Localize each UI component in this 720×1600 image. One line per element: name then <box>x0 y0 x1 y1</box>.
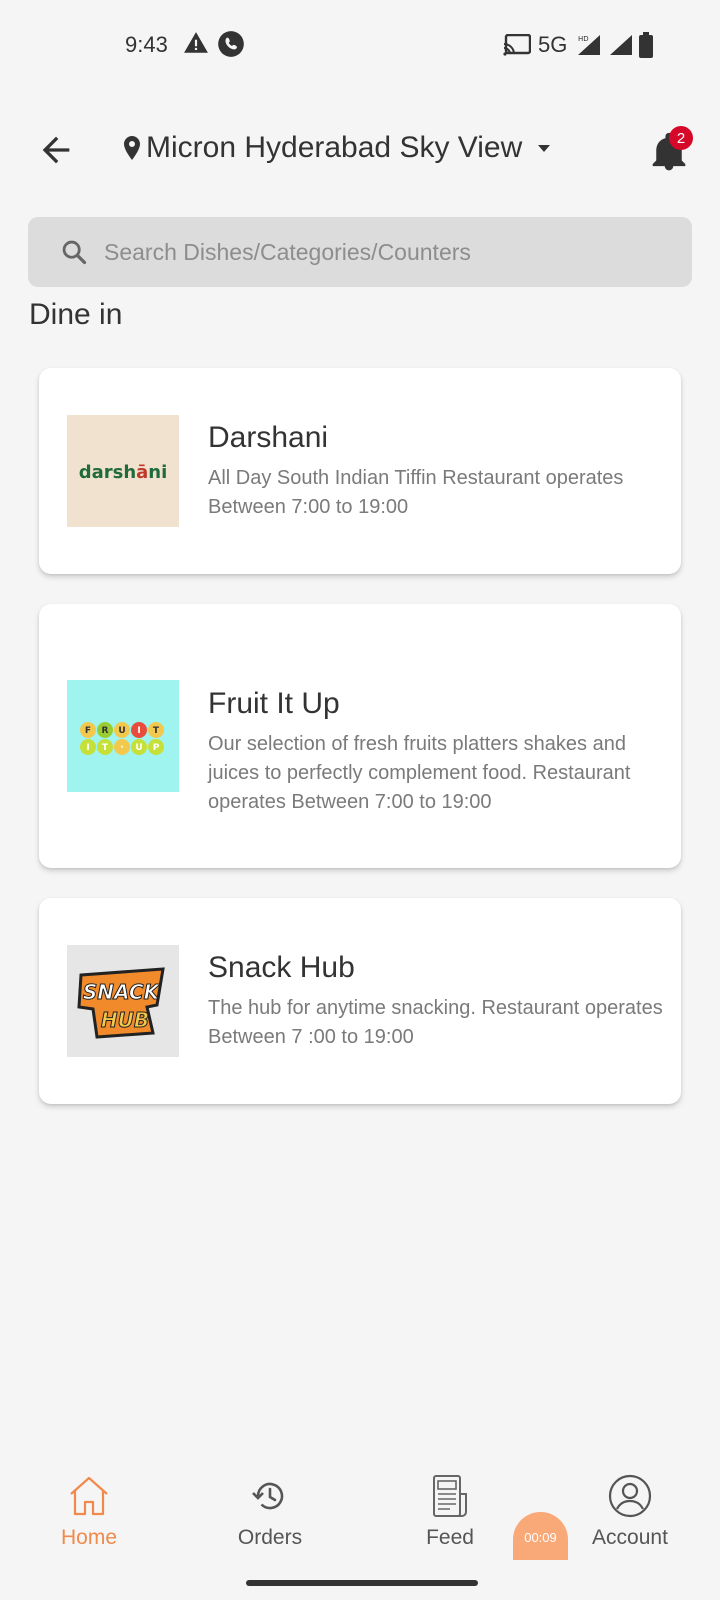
home-icon <box>70 1476 108 1516</box>
top-app-bar: Micron Hyderabad Sky View <box>0 110 720 190</box>
svg-text:HUB: HUB <box>101 1008 149 1032</box>
signal-icon <box>610 35 632 55</box>
svg-text:HD: HD <box>578 35 589 43</box>
svg-text:F: F <box>85 726 91 736</box>
warning-icon <box>184 32 208 53</box>
status-bar: 9:43 5G HD <box>0 0 720 90</box>
restaurant-card[interactable]: darshāni Darshani All Day South Indian T… <box>39 368 681 574</box>
nav-feed[interactable]: Feed <box>390 1472 510 1550</box>
svg-text:U: U <box>135 743 142 753</box>
bottom-navigation: Home Orders Feed Account 00:09 <box>0 1460 720 1600</box>
svg-text:·: · <box>120 743 123 753</box>
svg-text:U: U <box>118 726 125 736</box>
restaurant-name: Snack Hub <box>208 951 355 984</box>
nav-label: Orders <box>237 1526 303 1549</box>
home-indicator[interactable] <box>246 1580 478 1586</box>
newspaper-icon <box>433 1475 467 1517</box>
location-selector[interactable]: Micron Hyderabad Sky View <box>122 126 556 170</box>
restaurant-description: All Day South Indian Tiffin Restaurant o… <box>208 467 624 518</box>
notification-badge: 2 <box>669 126 693 150</box>
svg-text:P: P <box>153 743 160 753</box>
svg-text:R: R <box>102 726 109 736</box>
restaurant-card[interactable]: F R U I T I T · U P Fruit It Up Our sele… <box>39 604 681 868</box>
search-input[interactable] <box>104 238 664 266</box>
signal-icon: HD <box>578 35 600 55</box>
nav-orders[interactable]: Orders <box>210 1472 330 1550</box>
nav-label: Home <box>60 1526 118 1549</box>
nav-label: Feed <box>426 1526 474 1549</box>
location-pin-icon <box>124 136 140 160</box>
search-icon <box>62 240 87 265</box>
restaurant-name: Darshani <box>208 421 329 454</box>
svg-text:darshāni: darshāni <box>79 462 168 483</box>
user-circle-icon <box>608 1474 652 1518</box>
search-bar[interactable] <box>28 217 692 287</box>
svg-text:I: I <box>137 726 140 736</box>
nav-home[interactable]: Home <box>29 1472 149 1550</box>
dropdown-caret-icon <box>538 145 551 152</box>
restaurant-description: Our selection of fresh fruits platters s… <box>208 733 631 813</box>
timer-badge: 00:09 <box>513 1512 568 1560</box>
battery-icon <box>639 32 653 58</box>
nav-account[interactable]: Account <box>570 1472 690 1550</box>
svg-text:SNACK: SNACK <box>83 980 161 1004</box>
phone-call-icon <box>218 31 244 57</box>
restaurant-description: The hub for anytime snacking. Restaurant… <box>208 997 663 1048</box>
section-title: Dine in <box>29 298 123 331</box>
history-icon <box>252 1482 284 1510</box>
restaurant-name: Fruit It Up <box>208 687 340 720</box>
fruit-it-up-logo: F R U I T I T · U P <box>67 680 179 792</box>
cast-icon <box>503 34 531 56</box>
svg-text:T: T <box>153 726 160 736</box>
svg-text:T: T <box>102 743 109 753</box>
back-arrow-icon[interactable] <box>36 130 76 170</box>
darshani-logo: darshāni <box>67 415 179 527</box>
snack-hub-logo: SNACK HUB <box>67 945 179 1057</box>
svg-text:I: I <box>86 743 89 753</box>
restaurant-card[interactable]: SNACK HUB Snack Hub The hub for anytime … <box>39 898 681 1104</box>
nav-label: Account <box>592 1526 668 1549</box>
status-time: 9:43 <box>125 32 168 57</box>
location-name: Micron Hyderabad Sky View <box>146 131 523 164</box>
network-type: 5G <box>538 32 568 57</box>
